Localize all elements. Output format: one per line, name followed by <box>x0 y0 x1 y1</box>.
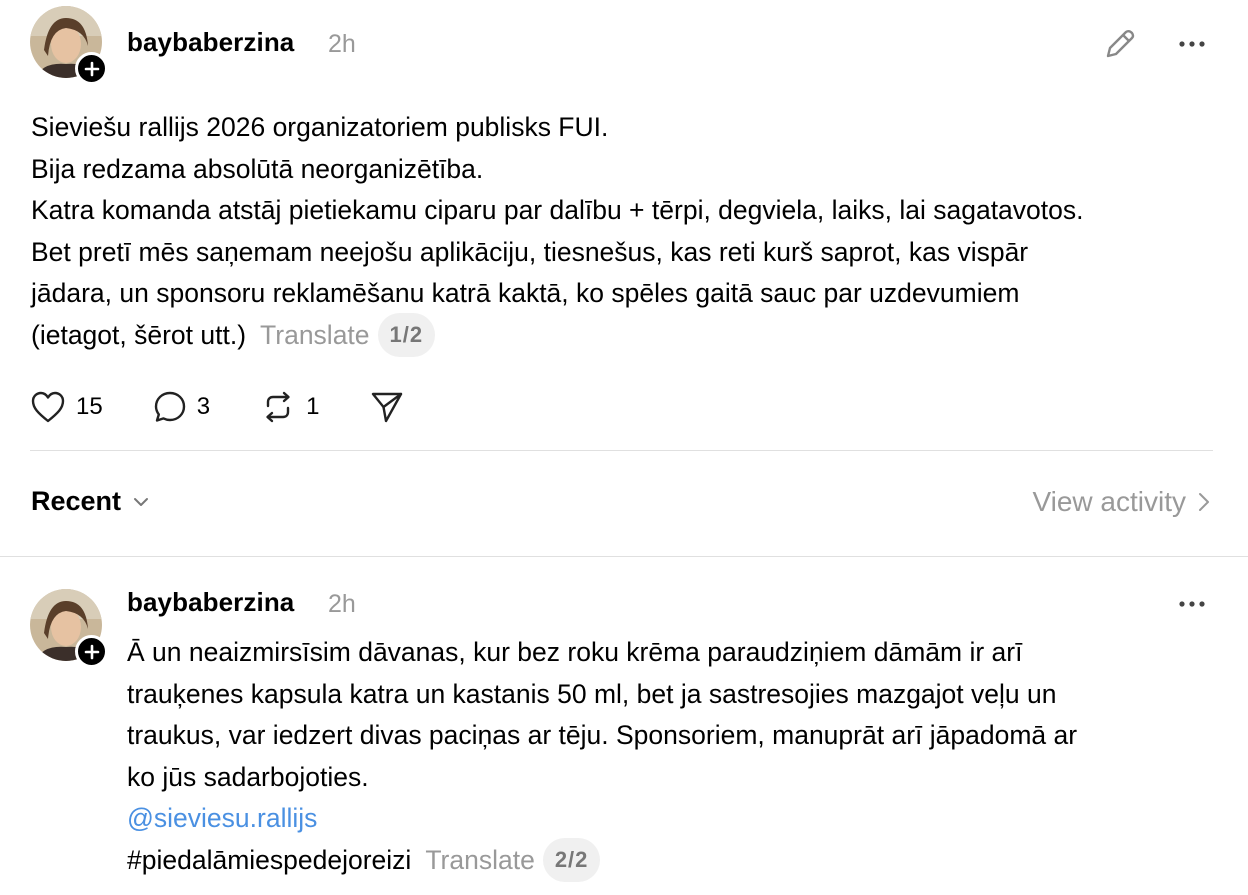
hashtag-line: #piedalāmiespedejoreizi Translate 2/2 <box>127 837 1077 884</box>
post-body: Sieviešu rallijs 2026 organizatoriem pub… <box>31 107 1084 359</box>
mention-link[interactable]: @sieviesu.rallijs <box>127 803 317 833</box>
like-button[interactable]: 15 <box>30 390 103 424</box>
post-username[interactable]: baybaberzina <box>127 27 294 58</box>
post-line: Katra komanda atstāj pietiekamu ciparu p… <box>31 195 1084 225</box>
post-line: Sieviešu rallijs 2026 organizatoriem pub… <box>31 112 609 142</box>
post-line-last: (ietagot, šērot utt.) Translate 1/2 <box>31 312 1084 359</box>
post-timestamp: 2h <box>328 30 356 58</box>
chevron-right-icon <box>1199 493 1209 511</box>
hashtag-link[interactable]: #piedalāmiespedejoreizi <box>127 845 411 875</box>
like-count: 15 <box>76 393 103 420</box>
post-timestamp: 2h <box>328 590 356 618</box>
view-activity-link[interactable]: View activity <box>1032 486 1210 518</box>
post-main: baybaberzina 2h Sieviešu rallijs 2026 or… <box>0 0 1248 556</box>
post-line: (ietagot, šērot utt.) <box>31 319 247 350</box>
more-options-button[interactable] <box>1172 586 1212 622</box>
reply-button[interactable]: 3 <box>153 390 210 424</box>
reply-count: 3 <box>196 393 211 420</box>
follow-button[interactable] <box>75 635 108 668</box>
sort-label: Recent <box>31 486 122 516</box>
author-avatar[interactable] <box>30 6 108 85</box>
post-reply: baybaberzina 2h Ā un neaizmirsīsim dāvan… <box>0 557 1248 895</box>
follow-button[interactable] <box>75 52 108 85</box>
edit-button[interactable] <box>1100 24 1140 64</box>
plus-icon <box>84 61 99 76</box>
translate-link[interactable]: Translate <box>425 845 534 875</box>
send-paper-plane-icon <box>372 392 403 423</box>
thread-page-indicator: 2/2 <box>542 837 601 882</box>
repost-button[interactable]: 1 <box>260 390 319 424</box>
divider <box>30 450 1213 451</box>
more-horizontal-icon <box>1179 41 1205 47</box>
view-activity-label: View activity <box>1032 486 1186 517</box>
share-button[interactable] <box>369 390 405 424</box>
repost-arrows-icon <box>266 391 290 423</box>
post-username[interactable]: baybaberzina <box>127 587 294 618</box>
post-body: Ā un neaizmirsīsim dāvanas, kur bez roku… <box>127 632 1077 884</box>
thread-page-indicator: 1/2 <box>377 312 436 357</box>
mention-line: @sieviesu.rallijs <box>127 798 1077 840</box>
heart-icon <box>31 391 65 423</box>
post-line: Bija redzama absolūtā neorganizētība. <box>31 153 484 184</box>
more-options-button[interactable] <box>1172 26 1212 62</box>
more-horizontal-icon <box>1179 601 1205 607</box>
post-line: Bet pretī mēs saņemam neejošu aplikāciju… <box>31 236 1029 267</box>
comment-bubble-icon <box>154 391 185 422</box>
post-line: jādara, un sponsoru reklamēšanu katrā ka… <box>31 278 1020 308</box>
post-line: traukus, var iedzert divas paciņas ar tē… <box>127 720 1078 750</box>
plus-icon <box>84 644 99 659</box>
author-avatar[interactable] <box>30 589 108 668</box>
post-line: trauķenes kapsula katra un kastanis 50 m… <box>127 678 1057 709</box>
pencil-icon <box>1106 30 1135 58</box>
post-line: Ā un neaizmirsīsim dāvanas, kur bez roku… <box>127 637 1023 667</box>
post-line: ko jūs sadarbojoties. <box>127 761 369 792</box>
sort-dropdown[interactable]: Recent <box>31 486 149 517</box>
repost-count: 1 <box>306 393 320 420</box>
post-actions: 15 3 1 <box>30 385 455 429</box>
translate-link[interactable]: Translate <box>260 320 369 350</box>
chevron-down-icon <box>134 497 149 506</box>
